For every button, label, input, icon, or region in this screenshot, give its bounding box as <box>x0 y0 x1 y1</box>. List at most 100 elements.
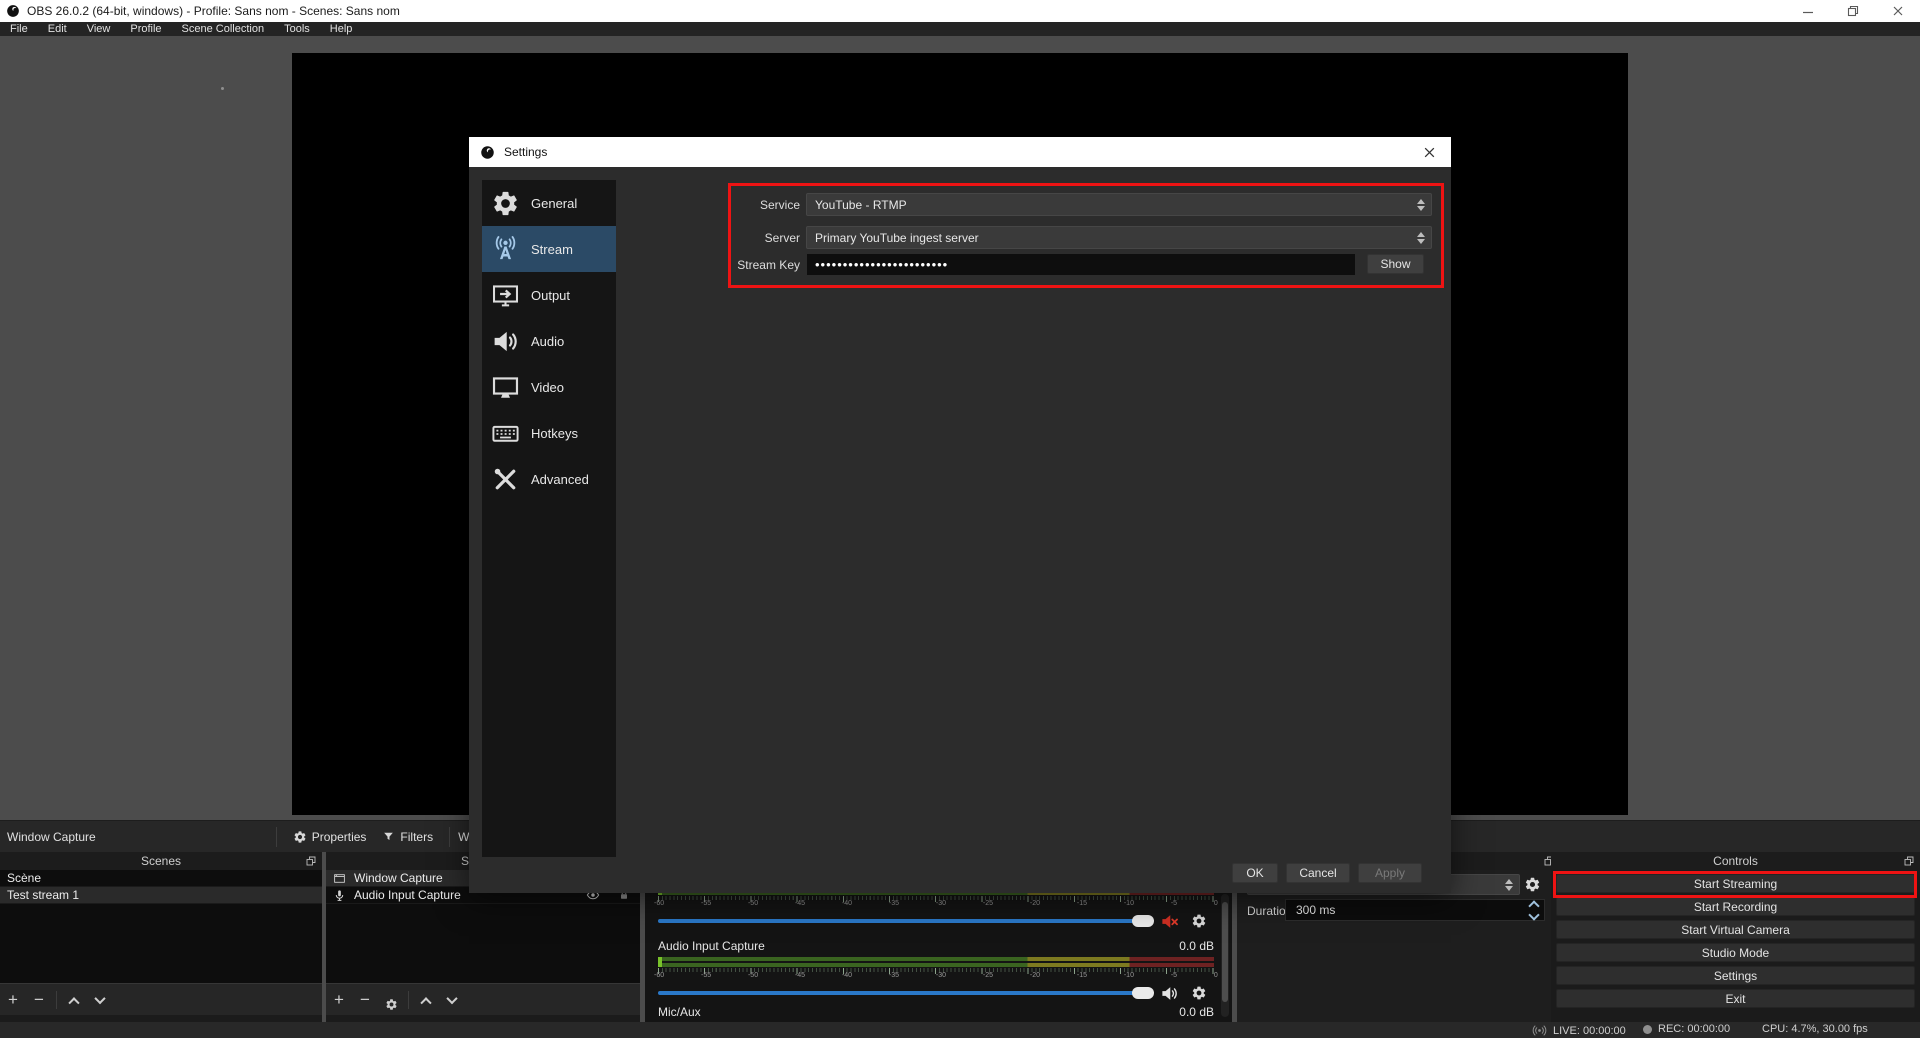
selected-source-label: Window Capture <box>7 829 96 844</box>
ruler-label: -50 <box>747 972 759 979</box>
stream-key-label: Stream Key <box>737 258 800 272</box>
mixer-item: Audio Input Capture 0.0 dB -60 -55 -50 -45 -4… <box>654 938 1218 1004</box>
move-source-up-icon[interactable] <box>413 996 439 1008</box>
studio-mode-button[interactable]: Studio Mode <box>1556 943 1915 962</box>
volume-slider[interactable] <box>658 910 1154 932</box>
start-recording-button[interactable]: Start Recording <box>1556 897 1915 916</box>
rec-dot-icon <box>1643 1024 1652 1034</box>
unmute-speaker-icon[interactable] <box>1154 984 1184 1003</box>
ruler-label: -60 <box>654 972 665 979</box>
ruler-label: -30 <box>935 900 947 907</box>
slider-handle[interactable] <box>1132 915 1154 927</box>
controls-panel: Controls Start Streaming Start Recording… <box>1551 852 1920 1022</box>
scene-row-selected[interactable]: Test stream 1 <box>0 887 322 904</box>
menu-tools[interactable]: Tools <box>274 22 320 36</box>
ruler-label: -55 <box>700 900 712 907</box>
dock-icon[interactable] <box>1903 855 1915 867</box>
show-key-button[interactable]: Show <box>1367 254 1424 274</box>
scenes-header[interactable]: Scenes <box>0 852 322 870</box>
service-select[interactable]: YouTube - RTMP <box>806 193 1432 216</box>
properties-button[interactable]: Properties <box>285 830 375 844</box>
sidebar-item-audio[interactable]: Audio <box>482 318 616 364</box>
exit-button[interactable]: Exit <box>1556 989 1915 1008</box>
window-icon <box>333 872 346 885</box>
monitor-icon <box>491 373 520 402</box>
sidebar-item-video[interactable]: Video <box>482 364 616 410</box>
keyboard-icon <box>491 419 520 448</box>
menu-scene-collection[interactable]: Scene Collection <box>172 22 275 36</box>
ruler-label: -60 <box>654 900 665 907</box>
ok-button[interactable]: OK <box>1232 863 1278 883</box>
minimize-button[interactable] <box>1785 0 1830 22</box>
duration-spinbox[interactable]: 300 ms <box>1285 899 1545 921</box>
controls-header[interactable]: Controls <box>1551 852 1920 870</box>
stream-key-input[interactable]: •••••••••••••••••••••••• <box>806 253 1356 276</box>
sidebar-item-stream[interactable]: Stream <box>482 226 616 272</box>
db-value: 0.0 dB <box>1179 939 1214 953</box>
broadcast-icon <box>1532 1023 1547 1038</box>
output-icon <box>491 281 520 310</box>
slider-handle[interactable] <box>1132 987 1154 999</box>
filter-icon <box>382 830 395 843</box>
ruler-label: -15 <box>1076 972 1087 979</box>
settings-close-icon[interactable] <box>1415 141 1443 163</box>
ruler-label: 0 <box>1213 972 1218 979</box>
remove-scene-icon[interactable]: − <box>26 985 52 1015</box>
volume-slider[interactable] <box>658 982 1154 1004</box>
start-streaming-button[interactable]: Start Streaming <box>1556 874 1915 893</box>
source-properties-gear-icon[interactable] <box>378 989 404 1011</box>
broadcast-antenna-icon <box>491 235 520 264</box>
service-label: Service <box>759 198 800 212</box>
restore-button[interactable] <box>1830 0 1875 22</box>
start-virtual-camera-button[interactable]: Start Virtual Camera <box>1556 920 1915 939</box>
mixer-item: Mic/Aux 0.0 dB <box>658 1005 1214 1019</box>
remove-source-icon[interactable]: − <box>352 985 378 1015</box>
sidebar-item-output[interactable]: Output <box>482 272 616 318</box>
server-select[interactable]: Primary YouTube ingest server <box>806 226 1432 249</box>
obs-logo-icon <box>480 145 495 160</box>
transition-gear-icon[interactable] <box>1524 876 1541 893</box>
rec-status: REC: 00:00:00 <box>1658 1023 1731 1035</box>
settings-title-bar: Settings <box>469 137 1451 167</box>
server-label: Server <box>764 231 800 245</box>
ruler-label: -45 <box>794 900 806 907</box>
move-scene-down-icon[interactable] <box>87 992 113 1004</box>
ruler-label: -35 <box>888 972 900 979</box>
menu-view[interactable]: View <box>77 22 121 36</box>
close-button[interactable] <box>1875 0 1920 22</box>
settings-button[interactable]: Settings <box>1556 966 1915 985</box>
title-bar: OBS 26.0.2 (64-bit, windows) - Profile: … <box>0 0 1920 22</box>
mixer-gear-icon[interactable] <box>1184 913 1214 929</box>
menu-profile[interactable]: Profile <box>120 22 171 36</box>
sidebar-item-hotkeys[interactable]: Hotkeys <box>482 410 616 456</box>
add-scene-icon[interactable]: + <box>0 985 26 1015</box>
mute-icon[interactable] <box>1154 912 1184 931</box>
filters-button[interactable]: Filters <box>374 830 441 844</box>
duration-down-icon[interactable] <box>1528 908 1540 921</box>
mixer-gear-icon[interactable] <box>1184 985 1214 1001</box>
move-scene-up-icon[interactable] <box>61 996 87 1008</box>
ruler-label: 0 <box>1213 900 1218 907</box>
dock-icon[interactable] <box>305 855 317 867</box>
ruler-label: -50 <box>747 900 759 907</box>
ruler-label: -55 <box>700 972 712 979</box>
sources-toolbar: + − <box>326 983 640 1015</box>
sidebar-item-advanced[interactable]: Advanced <box>482 456 616 502</box>
menu-help[interactable]: Help <box>320 22 363 36</box>
scenes-panel: Scenes Scène Test stream 1 + − <box>0 852 322 1022</box>
ruler-label: -10 <box>1123 900 1134 907</box>
sidebar-item-general[interactable]: General <box>482 180 616 226</box>
cursor-dot <box>221 87 224 90</box>
apply-button[interactable]: Apply <box>1358 863 1422 883</box>
mic-icon <box>333 889 346 902</box>
menu-edit[interactable]: Edit <box>38 22 77 36</box>
add-source-icon[interactable]: + <box>326 985 352 1015</box>
db-ruler: -60 -55 -50 -45 -40 -35 -30 -25 -20 -15 -10 -5 0 <box>654 968 1218 980</box>
scene-row[interactable]: Scène <box>0 870 322 887</box>
move-source-down-icon[interactable] <box>439 992 465 1004</box>
ruler-label: -25 <box>982 972 994 979</box>
cancel-button[interactable]: Cancel <box>1286 863 1350 883</box>
mixer-scrollbar[interactable] <box>1221 894 1229 1017</box>
menu-file[interactable]: File <box>0 22 38 36</box>
live-status: LIVE: 00:00:00 <box>1553 1024 1626 1037</box>
